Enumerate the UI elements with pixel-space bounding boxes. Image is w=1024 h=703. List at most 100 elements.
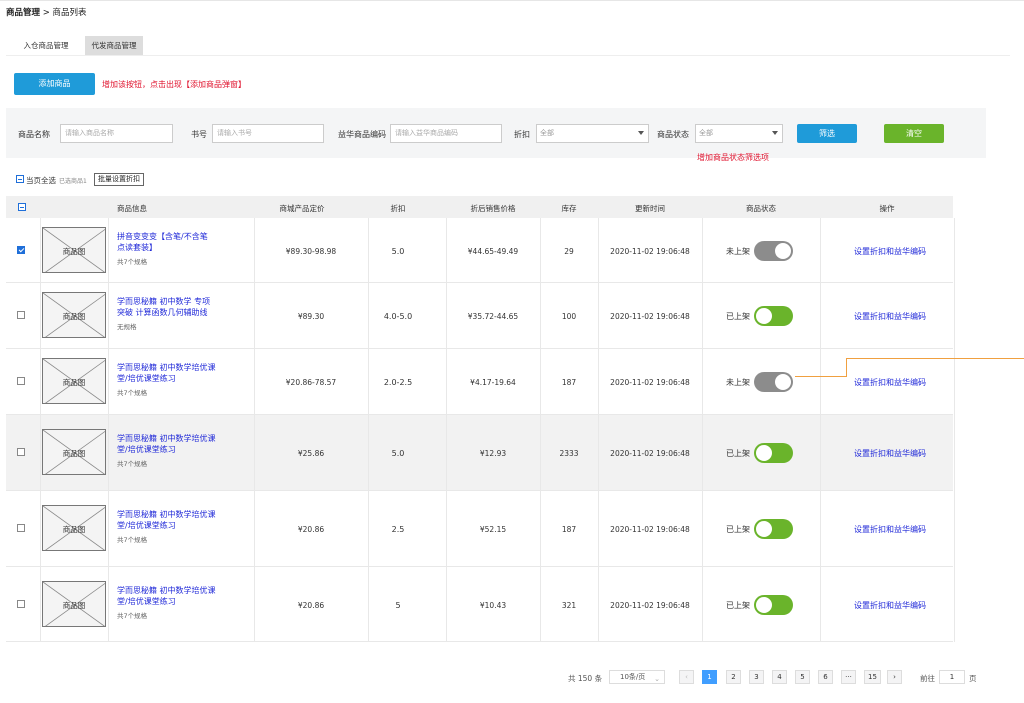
sale-price: ¥52.15 [479,525,507,534]
header-select-checkbox[interactable] [18,203,26,211]
product-discount: 5.0 [391,246,405,256]
product-name-link[interactable]: 学而思秘籍 初中数学培优课 堂/培优课堂练习 [117,585,225,607]
filter-button[interactable]: 筛选 [797,124,857,143]
column-divider [40,349,41,415]
discount-select-value: 全部 [540,129,554,137]
discount-filter-label: 折扣 [514,130,530,139]
column-divider [702,491,703,567]
batch-discount-button[interactable]: 批量设置折扣 [94,173,144,186]
row-checkbox[interactable] [17,448,25,456]
product-spec: 共7个规格 [117,460,148,468]
image-placeholder-label: 商品图 [62,600,86,610]
status-label: 已上架 [726,312,750,321]
column-divider [702,283,703,349]
product-name-input[interactable]: 请输入商品名称 [60,124,173,143]
row-checkbox[interactable] [17,377,25,385]
add-product-button[interactable]: 添加商品 [14,73,95,95]
product-spec: 共7个规格 [117,389,148,397]
row-checkbox[interactable] [17,524,25,532]
status-toggle[interactable] [754,443,793,463]
column-divider [40,491,41,567]
image-placeholder-label: 商品图 [62,525,86,534]
status-select[interactable]: 全部 [695,124,783,143]
product-name-line1: 学而思秘籍 初中数学培优课 [117,363,216,372]
product-name-line2: 堂/培优课堂练习 [117,445,176,454]
annotation-connector [795,376,847,377]
product-price: ¥25.86 [297,449,325,458]
tab-warehouse-products[interactable]: 入仓商品管理 [14,36,78,56]
yihua-code-label: 益华商品编码 [338,130,386,139]
page-button-8[interactable]: 15 [864,670,881,684]
update-time: 2020-11-02 19:06:48 [610,525,690,534]
product-name-link[interactable]: 学而思秘籍 初中数学培优课 堂/培优课堂练习 [117,433,225,455]
product-name-link[interactable]: 学而思秘籍 初中数学 专项 突破 计算函数几何辅助线 [117,296,225,318]
set-discount-link[interactable]: 设置折扣和益华编码 [854,448,926,459]
set-discount-link[interactable]: 设置折扣和益华编码 [854,600,926,611]
clear-button[interactable]: 清空 [884,124,944,143]
product-name-line1: 学而思秘籍 初中数学培优课 [117,434,216,443]
row-checkbox[interactable] [17,311,25,319]
column-divider [702,349,703,415]
header-discount: 折扣 [390,204,406,213]
column-divider [108,349,109,415]
set-discount-link[interactable]: 设置折扣和益华编码 [854,311,926,322]
column-divider [40,567,41,642]
yihua-code-input[interactable]: 请输入益华商品编码 [390,124,502,143]
page-button-2[interactable]: 2 [726,670,741,684]
product-name-line2: 突破 计算函数几何辅助线 [117,308,208,317]
header-stock: 库存 [561,204,577,213]
sale-price: ¥4.17-19.64 [470,378,516,387]
tabs-divider [6,55,1010,56]
stock-count: 187 [561,378,577,387]
set-discount-link[interactable]: 设置折扣和益华编码 [854,246,926,257]
page-button-1[interactable]: 1 [702,670,717,684]
status-toggle[interactable] [754,240,793,261]
product-image-placeholder: 商品图 [42,580,106,627]
status-select-value: 全部 [699,129,713,137]
status-filter-note: 增加商品状态筛选项 [697,153,769,162]
breadcrumb-root[interactable]: 商品管理 [6,8,40,18]
page-button-5[interactable]: 5 [795,670,810,684]
product-image-placeholder: 商品图 [42,505,106,551]
product-name-link[interactable]: 拼音变变变【含笔/不含笔 点读套装】 [117,231,225,253]
status-toggle[interactable] [754,594,793,615]
page-button-7[interactable]: ··· [841,670,856,684]
set-discount-link[interactable]: 设置折扣和益华编码 [854,377,926,388]
page-button-6[interactable]: 6 [818,670,833,684]
column-divider [954,491,955,567]
set-discount-link[interactable]: 设置折扣和益华编码 [854,524,926,535]
goto-label: 前往 [920,674,935,683]
toggle-knob [756,596,772,613]
row-checkbox[interactable] [17,245,25,254]
status-toggle[interactable] [754,372,793,392]
status-toggle[interactable] [754,306,793,326]
next-page-button[interactable]: › [887,670,902,684]
toggle-knob [756,308,772,324]
book-number-input[interactable]: 请输入书号 [212,124,324,143]
product-price: ¥89.30-98.98 [285,246,337,256]
status-toggle[interactable] [754,519,793,539]
stock-count: 187 [561,525,577,534]
product-name-line1: 学而思秘籍 初中数学 专项 [117,297,211,306]
product-name-link[interactable]: 学而思秘籍 初中数学培优课 堂/培优课堂练习 [117,362,225,384]
select-all-label[interactable]: 当页全选 [26,175,56,186]
stock-count: 100 [561,312,577,321]
discount-select[interactable]: 全部 [536,124,649,143]
prev-page-button[interactable]: ‹ [679,670,694,684]
page-size-select[interactable]: 10条/页 ⌄ [609,670,665,684]
select-all-checkbox[interactable] [16,175,24,183]
tab-dropship-products[interactable]: 代发商品管理 [85,36,143,56]
add-button-note: 增加该按钮，点击出现【添加商品弹窗】 [102,80,246,89]
toggle-knob [756,521,772,537]
row-checkbox[interactable] [17,599,25,608]
goto-page-input[interactable]: 1 [939,670,965,684]
total-count: 共 150 条 [568,674,603,683]
header-sale-price: 折后销售价格 [470,204,516,213]
page-button-3[interactable]: 3 [749,670,764,684]
product-discount: 5.0 [391,449,405,458]
status-filter-label: 商品状态 [657,130,689,139]
stock-count: 29 [564,246,574,256]
product-name-link[interactable]: 学而思秘籍 初中数学培优课 堂/培优课堂练习 [117,509,225,531]
column-divider [820,218,821,283]
page-button-4[interactable]: 4 [772,670,787,684]
